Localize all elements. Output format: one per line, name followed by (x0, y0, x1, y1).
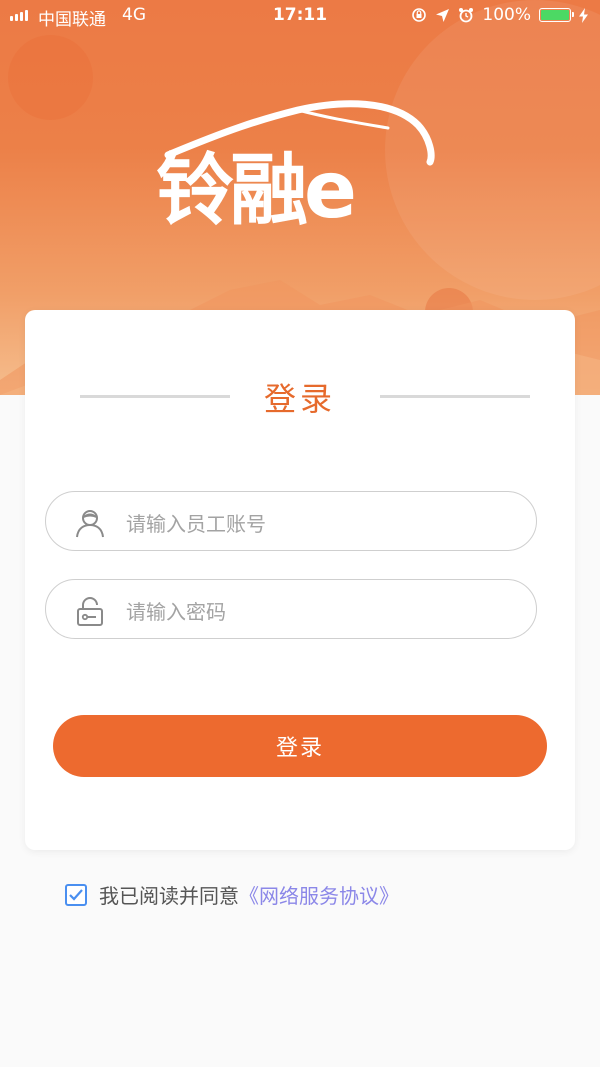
username-placeholder: 请输入员工账号 (126, 512, 266, 536)
logo-text: 铃融e (156, 146, 357, 236)
user-icon (76, 510, 104, 538)
alarm-icon (459, 8, 474, 23)
title-divider-right (380, 395, 530, 398)
password-field[interactable]: 请输入密码 (45, 579, 537, 639)
login-title-row: 登录 (80, 374, 530, 418)
decor-circle (8, 35, 93, 120)
charging-bolt-icon (579, 7, 588, 23)
checkmark-icon (69, 888, 83, 901)
agreement-row: 我已阅读并同意 《网络服务协议》 (65, 880, 399, 909)
battery-percent: 100% (482, 5, 531, 25)
orientation-lock-icon (412, 8, 427, 22)
password-placeholder: 请输入密码 (126, 600, 226, 624)
app-logo: 铃融e (148, 100, 448, 250)
agreement-text: 我已阅读并同意 (99, 884, 239, 908)
location-arrow-icon (436, 8, 450, 22)
login-button[interactable]: 登录 (53, 715, 547, 777)
agreement-checkbox[interactable] (65, 883, 87, 906)
service-agreement-link[interactable]: 《网络服务协议》 (239, 880, 399, 909)
username-field[interactable]: 请输入员工账号 (45, 491, 537, 551)
lock-icon (77, 597, 103, 626)
status-bar: 中国联通 4G 17:11 100% (0, 0, 600, 32)
login-card: 登录 请输入员工账号 请输入密码 登录 (25, 310, 575, 850)
battery-icon (539, 8, 574, 22)
